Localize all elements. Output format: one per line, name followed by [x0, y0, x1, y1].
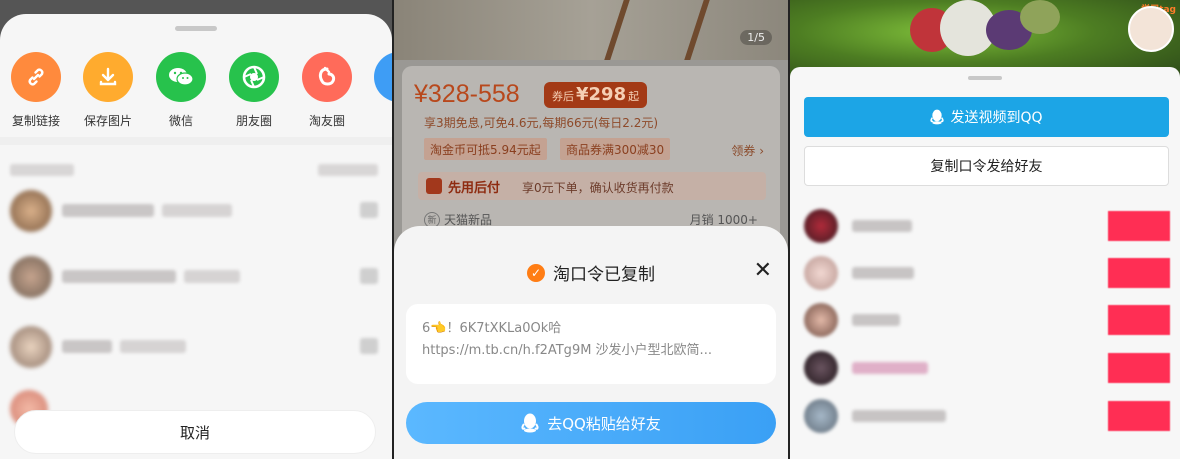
- sheet-handle[interactable]: [968, 76, 1002, 80]
- promo-tag-coupon: 商品券满300减30: [560, 138, 671, 160]
- contact-row[interactable]: [0, 316, 392, 380]
- send-to-friend-button[interactable]: [1108, 353, 1170, 383]
- recent-contacts-header: [10, 164, 74, 176]
- friend-row: [790, 297, 1180, 343]
- more-contacts-link[interactable]: [318, 164, 378, 176]
- avatar: [804, 303, 838, 337]
- cancel-button[interactable]: 取消: [14, 410, 376, 454]
- get-coupon-link[interactable]: 领券 ›: [731, 142, 764, 159]
- check-icon: ✓: [527, 263, 545, 282]
- friend-row: [790, 203, 1180, 249]
- image-counter: 1/5: [740, 30, 772, 45]
- code-copied-sheet: ✓ 淘口令已复制 ✕ 6👈！6K7tXKLa0Ok哈 https://m.tb.…: [394, 226, 788, 459]
- send-to-friend-button[interactable]: [1108, 401, 1170, 431]
- contact-name: [62, 270, 176, 283]
- share-sheet-screen: 复制链接 保存图片 微信 朋友圈 淘友圈 取消: [0, 0, 392, 459]
- link-icon: [11, 52, 61, 102]
- download-icon: [83, 52, 133, 102]
- avatar: [804, 209, 838, 243]
- contact-subtitle: [184, 270, 240, 283]
- qq-penguin-icon: [930, 109, 945, 125]
- coupon-price-badge: 券后 ¥298 起: [544, 82, 648, 108]
- promo-tag-coins: 淘金币可抵5.94元起: [424, 138, 547, 160]
- share-label: 朋友圈: [235, 114, 272, 128]
- send-video-to-qq-button[interactable]: 发送视频到QQ: [804, 97, 1169, 137]
- pay-later-title: 先用后付: [448, 181, 501, 196]
- avatar: [10, 326, 52, 368]
- video-share-screen: 学习tag 发送视频到QQ 复制口令发给好友: [790, 0, 1180, 459]
- contact-name: [62, 340, 112, 353]
- paste-to-qq-label: 去QQ粘贴给好友: [547, 414, 661, 433]
- code-text: 6👈！6K7tXKLa0Ok哈: [422, 321, 562, 336]
- coupon-suffix: 起: [628, 90, 640, 103]
- contact-row[interactable]: [0, 246, 392, 310]
- friend-name: [852, 362, 928, 374]
- friend-row: [790, 345, 1180, 391]
- share-label: Q: [364, 112, 392, 126]
- friend-name: [852, 267, 914, 279]
- product-info-card: ¥328-558 券后 ¥298 起 享3期免息,可免4.6元,每期66元(每日…: [402, 66, 780, 246]
- taobao-code-screen: 1/5 ¥328-558 券后 ¥298 起 享3期免息,可免4.6元,每期66…: [394, 0, 788, 459]
- contact-name: [62, 204, 154, 217]
- installment-info: 享3期免息,可免4.6元,每期66元(每日2.2元): [424, 116, 659, 130]
- taoyouquan-icon: [302, 52, 352, 102]
- send-video-to-qq-label: 发送视频到QQ: [950, 110, 1043, 126]
- share-taoyouquan[interactable]: 淘友圈: [292, 52, 362, 129]
- copy-code-to-friend-button[interactable]: 复制口令发给好友: [804, 146, 1169, 186]
- sheet-title-row: ✓ 淘口令已复制: [394, 260, 788, 285]
- share-save-image[interactable]: 保存图片: [73, 52, 143, 129]
- avatar: [10, 190, 52, 232]
- wallet-icon: [426, 178, 442, 194]
- game-character: [1020, 0, 1060, 34]
- pay-later-banner[interactable]: 先用后付 享0元下单，确认收货再付款: [418, 172, 766, 200]
- product-image-detail: [684, 0, 710, 60]
- copied-title: 淘口令已复制: [553, 265, 655, 285]
- friend-row: [790, 393, 1180, 439]
- share-to-contact-icon[interactable]: [360, 268, 378, 284]
- sheet-handle[interactable]: [175, 26, 217, 31]
- share-label: 复制链接: [11, 114, 60, 128]
- friend-name: [852, 410, 946, 422]
- avatar: [804, 351, 838, 385]
- share-label: 微信: [168, 114, 193, 128]
- friend-name: [852, 220, 912, 232]
- send-to-friend-button[interactable]: [1108, 305, 1170, 335]
- share-to-contact-icon[interactable]: [360, 338, 378, 354]
- friend-name: [852, 314, 900, 326]
- product-image-detail: [604, 0, 630, 60]
- qq-penguin-icon: [521, 413, 539, 433]
- coupon-price: ¥298: [576, 84, 627, 105]
- share-qq[interactable]: Q: [364, 52, 392, 126]
- video-share-sheet: 发送视频到QQ 复制口令发给好友: [790, 67, 1180, 459]
- section-divider: [0, 137, 392, 145]
- creator-avatar[interactable]: [1128, 6, 1174, 52]
- close-icon[interactable]: ✕: [754, 260, 772, 282]
- send-to-friend-button[interactable]: [1108, 211, 1170, 241]
- share-moments[interactable]: 朋友圈: [219, 52, 289, 129]
- wechat-icon: [156, 52, 206, 102]
- code-url: https://m.tb.cn/h.f2ATg9M 沙发小户型北欧简...: [422, 343, 712, 358]
- share-options-row: 复制链接 保存图片 微信 朋友圈 淘友圈: [0, 52, 392, 148]
- paste-to-qq-button[interactable]: 去QQ粘贴给好友: [406, 402, 776, 444]
- product-image[interactable]: 1/5: [394, 0, 788, 60]
- coupon-prefix: 券后: [552, 90, 574, 103]
- avatar: [804, 399, 838, 433]
- contact-subtitle: [162, 204, 232, 217]
- moments-icon: [229, 52, 279, 102]
- avatar: [804, 256, 838, 290]
- qq-icon: [374, 52, 392, 102]
- friend-row: [790, 250, 1180, 296]
- share-to-contact-icon[interactable]: [360, 202, 378, 218]
- avatar: [10, 256, 52, 298]
- send-to-friend-button[interactable]: [1108, 258, 1170, 288]
- pay-later-description: 享0元下单，确认收货再付款: [522, 181, 674, 195]
- share-label: 淘友圈: [308, 114, 345, 128]
- contact-subtitle: [120, 340, 186, 353]
- price-range: ¥328-558: [414, 80, 520, 108]
- taobao-code-box: 6👈！6K7tXKLa0Ok哈 https://m.tb.cn/h.f2ATg9…: [406, 304, 776, 384]
- contact-row[interactable]: [0, 180, 392, 244]
- share-copy-link[interactable]: 复制链接: [1, 52, 71, 129]
- share-label: 保存图片: [83, 114, 132, 128]
- share-wechat[interactable]: 微信: [146, 52, 216, 129]
